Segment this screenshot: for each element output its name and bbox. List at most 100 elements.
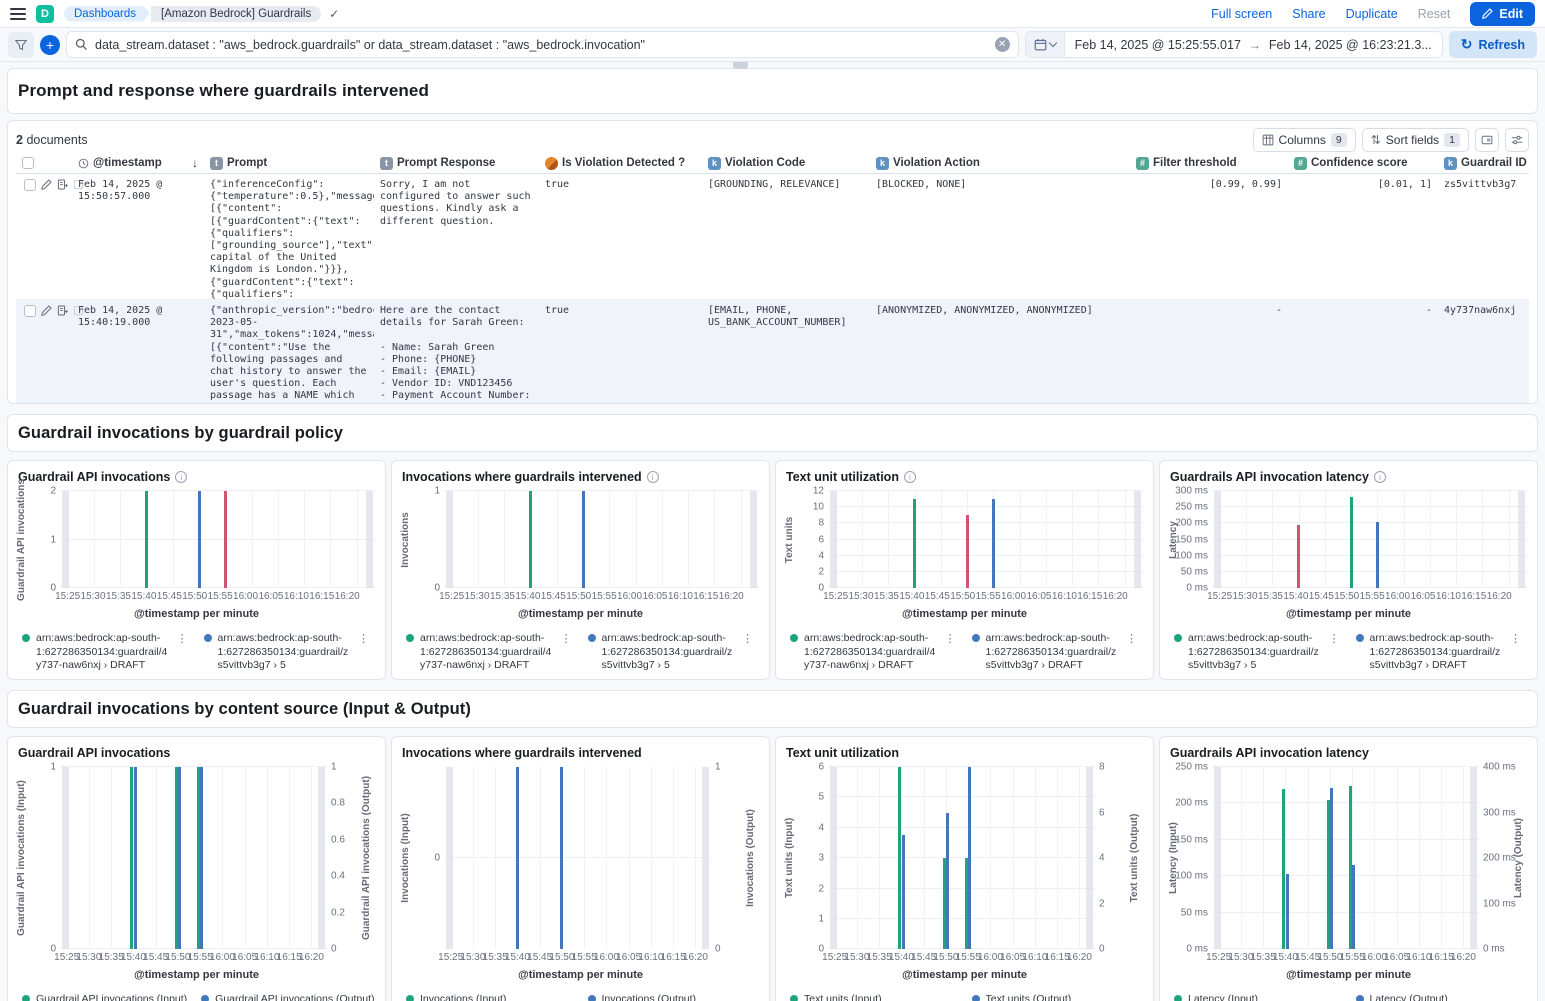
bar-blue[interactable] — [200, 767, 203, 949]
bar-blue[interactable] — [560, 767, 563, 949]
legend-item[interactable]: Latency (Output) — [1356, 993, 1524, 1001]
sort-fields-button[interactable]: ⇅ Sort fields 1 — [1362, 128, 1469, 152]
add-filter-button[interactable]: + — [40, 35, 60, 55]
row-edit-icon[interactable] — [41, 179, 52, 190]
bar-blue[interactable] — [1286, 874, 1289, 949]
legend-item[interactable]: Latency (Input) — [1174, 993, 1342, 1001]
cell-timestamp[interactable]: Feb 14, 2025 @ 15:40:19.000 — [72, 300, 204, 404]
cell-filter_threshold[interactable]: - — [1130, 300, 1288, 404]
display-options-button[interactable] — [1505, 128, 1529, 152]
bar-blue[interactable] — [1352, 865, 1355, 949]
legend-menu-icon[interactable]: ⋮ — [943, 632, 958, 645]
cell-prompt[interactable]: {"anthropic_version":"bedrock-2023-05-31… — [204, 300, 374, 404]
legend-item[interactable]: arn:aws:bedrock:ap-south-1:627286350134:… — [972, 632, 1140, 673]
bar-green[interactable] — [145, 491, 148, 588]
legend-item[interactable]: arn:aws:bedrock:ap-south-1:627286350134:… — [406, 632, 574, 673]
legend-item[interactable]: Guardrail API invocations (Output) — [201, 993, 374, 1001]
bar-green[interactable] — [529, 491, 532, 588]
legend-menu-icon[interactable]: ⋮ — [559, 632, 574, 645]
cell-prompt[interactable]: {"inferenceConfig": {"temperature":0.5},… — [204, 174, 374, 299]
bar-blue[interactable] — [1376, 522, 1379, 588]
cell-response[interactable]: Sorry, I am not configured to answer suc… — [374, 174, 539, 299]
bar-blue[interactable] — [198, 491, 201, 588]
legend-item[interactable]: Invocations (Output) — [588, 993, 756, 1001]
bar-blue[interactable] — [902, 835, 905, 949]
cell-guardrail_id[interactable]: 4y737naw6nxj — [1438, 300, 1529, 404]
legend-menu-icon[interactable]: ⋮ — [1124, 632, 1139, 645]
column-header-violation-action[interactable]: kViolation Action — [870, 153, 1130, 173]
breadcrumb-current-dashboard[interactable]: [Amazon Bedrock] Guardrails — [151, 6, 321, 22]
legend-item[interactable]: Text units (Input) — [790, 993, 958, 1001]
info-icon[interactable]: i — [647, 471, 659, 483]
date-to[interactable]: Feb 14, 2025 @ 16:23:21.3... — [1269, 38, 1432, 52]
filter-menu-button[interactable] — [8, 32, 34, 58]
info-icon[interactable]: i — [1374, 471, 1386, 483]
bar-blue[interactable] — [134, 767, 137, 949]
panel-divider-handle[interactable] — [733, 62, 748, 69]
column-header-is-violation-detected-[interactable]: Is Violation Detected ? — [539, 153, 702, 173]
duplicate-button[interactable]: Duplicate — [1346, 7, 1398, 21]
bar-green[interactable] — [1350, 497, 1353, 588]
legend-menu-icon[interactable]: ⋮ — [740, 632, 755, 645]
legend-item[interactable]: Invocations (Input) — [406, 993, 574, 1001]
column-header-prompt[interactable]: tPrompt — [204, 153, 374, 173]
column-header-confidence-score[interactable]: #Confidence score — [1288, 153, 1438, 173]
refresh-button[interactable]: ↻ Refresh — [1449, 31, 1537, 58]
query-text[interactable]: data_stream.dataset : "aws_bedrock.guard… — [95, 38, 988, 52]
menu-icon[interactable] — [10, 8, 26, 20]
cell-violation_action[interactable]: [ANONYMIZED, ANONYMIZED, ANONYMIZED] — [870, 300, 1130, 404]
saved-check-icon[interactable]: ✓ — [329, 7, 339, 21]
cell-response[interactable]: Here are the contact details for Sarah G… — [374, 300, 539, 404]
bar-red[interactable] — [224, 491, 227, 588]
cell-confidence_score[interactable]: [0.01, 1] — [1288, 174, 1438, 299]
legend-item[interactable]: arn:aws:bedrock:ap-south-1:627286350134:… — [204, 632, 372, 673]
date-picker-menu-button[interactable] — [1026, 32, 1065, 57]
info-icon[interactable]: i — [175, 471, 187, 483]
row-expand-document-icon[interactable] — [57, 305, 68, 316]
breadcrumb-dashboards[interactable]: Dashboards — [64, 6, 150, 22]
legend-item[interactable]: Text units (Output) — [972, 993, 1140, 1001]
bar-blue[interactable] — [516, 767, 519, 949]
cell-confidence_score[interactable]: - — [1288, 300, 1438, 404]
legend-menu-icon[interactable]: ⋮ — [1508, 632, 1523, 645]
select-all-checkbox[interactable] — [22, 157, 34, 169]
cell-filter_threshold[interactable]: [0.99, 0.99] — [1130, 174, 1288, 299]
cell-violation_code[interactable]: [EMAIL, PHONE, US_BANK_ACCOUNT_NUMBER] — [702, 300, 870, 404]
bar-blue[interactable] — [178, 767, 181, 949]
legend-menu-icon[interactable]: ⋮ — [175, 632, 190, 645]
row-edit-icon[interactable] — [41, 305, 52, 316]
cell-violation_detected[interactable]: true — [539, 174, 702, 299]
bar-blue[interactable] — [582, 491, 585, 588]
clear-query-icon[interactable]: ✕ — [995, 37, 1010, 52]
bar-blue[interactable] — [992, 499, 995, 588]
column-header-prompt-response[interactable]: tPrompt Response — [374, 153, 539, 173]
legend-menu-icon[interactable]: ⋮ — [356, 632, 371, 645]
legend-item[interactable]: arn:aws:bedrock:ap-south-1:627286350134:… — [588, 632, 756, 673]
row-expand-document-icon[interactable] — [57, 179, 68, 190]
legend-item[interactable]: arn:aws:bedrock:ap-south-1:627286350134:… — [22, 632, 190, 673]
column-header-filter-threshold[interactable]: #Filter threshold — [1130, 153, 1288, 173]
bar-green[interactable] — [913, 499, 916, 588]
column-header-guardrail-id[interactable]: kGuardrail ID — [1438, 153, 1529, 173]
full-screen-button[interactable]: Full screen — [1211, 7, 1272, 21]
legend-item[interactable]: arn:aws:bedrock:ap-south-1:627286350134:… — [790, 632, 958, 673]
legend-menu-icon[interactable]: ⋮ — [1327, 632, 1342, 645]
column-header-violation-code[interactable]: kViolation Code — [702, 153, 870, 173]
app-logo[interactable]: D — [36, 5, 54, 23]
row-checkbox[interactable] — [24, 179, 36, 191]
cell-violation_detected[interactable]: true — [539, 300, 702, 404]
columns-button[interactable]: Columns 9 — [1253, 128, 1356, 152]
row-checkbox[interactable] — [24, 305, 36, 317]
fullscreen-table-button[interactable] — [1475, 128, 1499, 152]
bar-blue[interactable] — [1330, 788, 1333, 950]
column-header--timestamp[interactable]: @timestamp↓ — [72, 153, 204, 173]
bar-blue[interactable] — [946, 813, 949, 950]
edit-button[interactable]: Edit — [1470, 2, 1535, 26]
cell-violation_code[interactable]: [GROUNDING, RELEVANCE] — [702, 174, 870, 299]
reset-button[interactable]: Reset — [1418, 7, 1451, 21]
legend-item[interactable]: Guardrail API invocations (Input) — [22, 993, 187, 1001]
bar-blue[interactable] — [968, 767, 971, 949]
bar-red[interactable] — [1297, 525, 1300, 588]
legend-item[interactable]: arn:aws:bedrock:ap-south-1:627286350134:… — [1356, 632, 1524, 673]
info-icon[interactable]: i — [904, 471, 916, 483]
